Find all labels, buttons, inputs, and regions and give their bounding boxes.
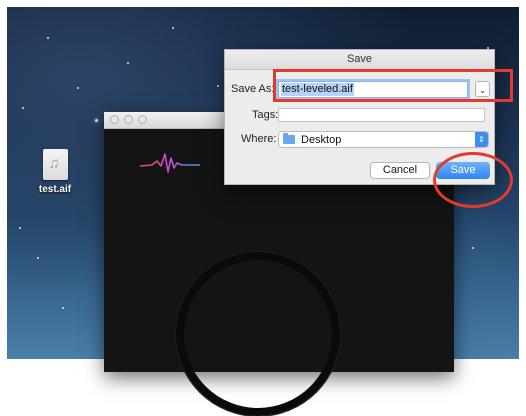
- music-file-icon: ♫: [42, 149, 68, 180]
- playback-ring[interactable]: [176, 252, 340, 416]
- star: [47, 37, 49, 39]
- where-label: Where:: [241, 133, 277, 145]
- popup-arrows-icon: ⇕: [475, 132, 488, 147]
- star: [77, 87, 79, 89]
- save-as-label: Save As:: [231, 83, 275, 95]
- minimize-window-button[interactable]: [124, 115, 133, 124]
- zoom-window-button[interactable]: [138, 115, 147, 124]
- star: [472, 247, 474, 249]
- star: [37, 257, 39, 259]
- close-window-button[interactable]: [110, 115, 119, 124]
- star: [22, 107, 24, 109]
- file-label: test.aif: [38, 184, 72, 195]
- dialog-title: Save: [225, 50, 494, 70]
- desktop-file-test-aif[interactable]: ♫ test.aif: [33, 149, 77, 195]
- where-value: Desktop: [301, 134, 342, 146]
- star: [95, 119, 98, 122]
- tags-input[interactable]: [278, 108, 485, 122]
- annotation-highlight-oval: [433, 152, 513, 208]
- waveform-logo-icon: [139, 153, 200, 173]
- folder-icon: [283, 133, 295, 144]
- annotation-highlight-box: [273, 69, 513, 102]
- star: [19, 227, 21, 229]
- tags-label: Tags:: [252, 109, 279, 121]
- star: [172, 27, 174, 29]
- where-location-popup[interactable]: Desktop ⇕: [278, 131, 489, 148]
- star: [62, 307, 64, 309]
- star: [217, 85, 219, 87]
- cancel-button[interactable]: Cancel: [370, 162, 430, 179]
- star: [127, 62, 129, 64]
